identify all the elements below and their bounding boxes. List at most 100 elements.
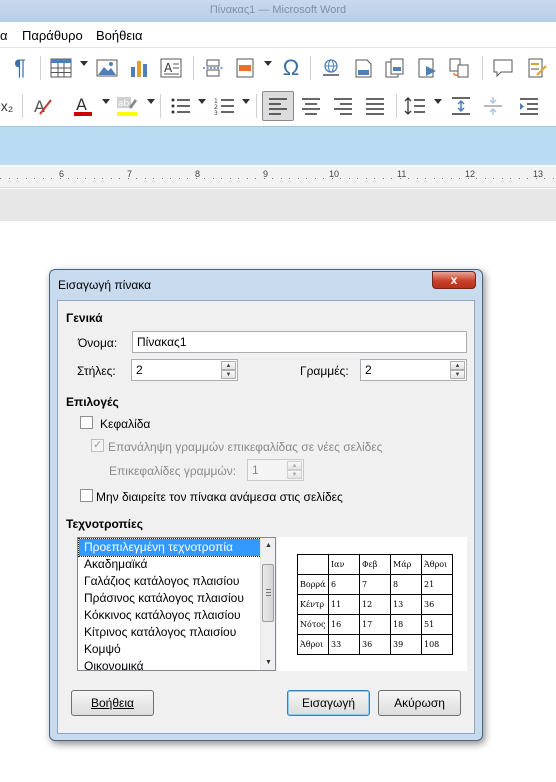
help-button[interactable]: Βοήθεια [71, 690, 154, 716]
endnote-icon[interactable] [382, 55, 408, 81]
ruler-tick [178, 178, 180, 179]
preview-cell: 33 [328, 634, 360, 655]
ruler-tick [552, 178, 554, 179]
columns-spinner[interactable]: 2 ▲ ▼ [131, 359, 238, 381]
pilcrow-icon[interactable]: ¶ [7, 55, 33, 81]
paragraph-spacing-increase-icon[interactable] [448, 93, 474, 119]
svg-text:A: A [164, 61, 173, 75]
list-item[interactable]: Ακαδημαϊκά [79, 556, 261, 573]
standard-toolbar: ¶ A Ω [0, 48, 556, 86]
heading-checkbox-label[interactable]: Κεφαλίδα [100, 417, 150, 431]
ruler-tick [76, 178, 78, 179]
highlight-dropdown-icon[interactable] [147, 99, 155, 104]
sidebar-ribbon-strip [0, 126, 556, 165]
insert-button[interactable]: Εισαγωγή [287, 690, 370, 716]
cross-reference-icon[interactable] [446, 55, 472, 81]
chart-icon[interactable] [126, 55, 152, 81]
ruler-tick [187, 178, 188, 179]
menu-item-help[interactable]: Βοήθεια [96, 28, 143, 43]
indent-icon[interactable] [516, 93, 542, 119]
ruler-tick [280, 178, 282, 179]
numbering-icon[interactable]: 123 [212, 93, 238, 119]
line-spacing-dropdown-icon[interactable] [434, 99, 442, 104]
list-item[interactable]: Γαλάζιος κατάλογος πλαισίου [79, 573, 261, 590]
spin-down-icon[interactable]: ▼ [287, 470, 302, 479]
ruler-tick [391, 178, 392, 179]
text-box-icon[interactable]: A [158, 55, 184, 81]
horizontal-ruler[interactable]: 6 7 8 9 10 11 12 13 [0, 166, 556, 188]
ruler-tick [102, 178, 103, 179]
list-item[interactable]: Κόκκινος κατάλογος πλαισίου [79, 607, 261, 624]
align-right-icon[interactable] [330, 93, 356, 119]
special-character-icon[interactable]: Ω [278, 55, 304, 81]
list-item[interactable]: Οικονομικά [79, 658, 261, 670]
comment-icon[interactable] [490, 55, 516, 81]
subscript-icon[interactable]: x₂ [0, 93, 20, 119]
ruler-tick [501, 178, 503, 179]
hyperlink-icon[interactable] [318, 55, 344, 81]
font-color-icon[interactable]: A [70, 93, 96, 119]
close-icon: x [450, 273, 458, 287]
highlight-icon[interactable]: ab [114, 93, 140, 119]
close-button[interactable]: x [432, 271, 476, 289]
rows-spinner[interactable]: 2 ▲ ▼ [360, 359, 467, 381]
no-split-checkbox[interactable] [80, 489, 93, 502]
field-icon[interactable] [232, 55, 258, 81]
ruler-tick [450, 178, 452, 179]
spin-up-icon[interactable]: ▲ [221, 361, 236, 370]
scroll-thumb[interactable] [262, 564, 274, 622]
scroll-down-icon[interactable]: ▼ [261, 655, 275, 670]
columns-label: Στήλες: [77, 364, 116, 378]
numbering-dropdown-icon[interactable] [242, 99, 250, 104]
ruler-tick [119, 178, 120, 179]
page-break-icon[interactable] [200, 55, 226, 81]
repeat-heading-checkbox[interactable]: ✓ [91, 439, 104, 452]
preview-cell: 36 [359, 634, 391, 655]
bookmark-icon[interactable] [414, 55, 440, 81]
ruler-tick [484, 178, 486, 179]
styles-listbox[interactable]: Προεπιλεγμένη τεχνοτροπία Ακαδημαϊκά Γαλ… [77, 537, 276, 671]
spin-up-icon[interactable]: ▲ [450, 361, 465, 370]
preview-cell: 7 [359, 574, 391, 595]
scroll-up-icon[interactable]: ▲ [261, 538, 275, 553]
no-split-label[interactable]: Μην διαιρείτε τον πίνακα ανάμεσα στις σε… [96, 490, 343, 504]
clear-formatting-icon[interactable]: A [30, 93, 56, 119]
cancel-button[interactable]: Ακύρωση [378, 690, 461, 716]
list-item[interactable]: Κίτρινος κατάλογος πλαισίου [79, 624, 261, 641]
preview-row: Ιαν Φεβ Μάρ Άθροι [297, 554, 453, 575]
align-left-icon[interactable] [262, 91, 294, 121]
font-color-dropdown-icon[interactable] [102, 99, 110, 104]
bullets-dropdown-icon[interactable] [198, 99, 206, 104]
repeat-heading-label[interactable]: Επανάληψη γραμμών επικεφαλίδας σε νέες σ… [108, 440, 382, 454]
heading-checkbox[interactable] [80, 416, 93, 429]
ruler-tick [527, 178, 528, 179]
preview-row: Νότος 16 17 18 51 [297, 614, 453, 635]
spin-down-icon[interactable]: ▼ [450, 370, 465, 379]
styles-scrollbar[interactable]: ▲ ▼ [260, 538, 275, 670]
menu-item-window[interactable]: Παράθυρο [22, 28, 83, 43]
image-icon[interactable] [94, 55, 120, 81]
align-center-icon[interactable] [298, 93, 324, 119]
spin-down-icon[interactable]: ▼ [221, 370, 236, 379]
ruler-tick [255, 178, 256, 179]
table-dropdown-icon[interactable] [80, 61, 88, 66]
list-item[interactable]: Προεπιλεγμένη τεχνοτροπία [78, 538, 262, 557]
track-changes-icon[interactable] [524, 55, 550, 81]
preview-cell: 6 [328, 574, 360, 595]
ruler-tick [476, 178, 477, 179]
justify-icon[interactable] [362, 93, 388, 119]
list-item[interactable]: Κομψό [79, 641, 261, 658]
spin-up-icon[interactable]: ▲ [287, 461, 302, 470]
heading-rows-spinner[interactable]: 1 ▲ ▼ [247, 459, 304, 481]
name-field[interactable]: Πίνακας1 [132, 331, 467, 353]
preview-row: Άθροι 33 36 39 108 [297, 634, 453, 655]
menu-item-view-partial[interactable]: α [0, 28, 8, 43]
paragraph-spacing-decrease-icon[interactable] [480, 93, 506, 119]
line-spacing-icon[interactable] [402, 93, 428, 119]
table-icon[interactable] [48, 55, 74, 81]
list-item[interactable]: Πράσινος κατάλογος πλαισίου [79, 590, 261, 607]
footnote-icon[interactable] [350, 55, 376, 81]
field-dropdown-icon[interactable] [264, 61, 272, 66]
bullets-icon[interactable] [168, 93, 194, 119]
ruler-tick [263, 178, 265, 179]
